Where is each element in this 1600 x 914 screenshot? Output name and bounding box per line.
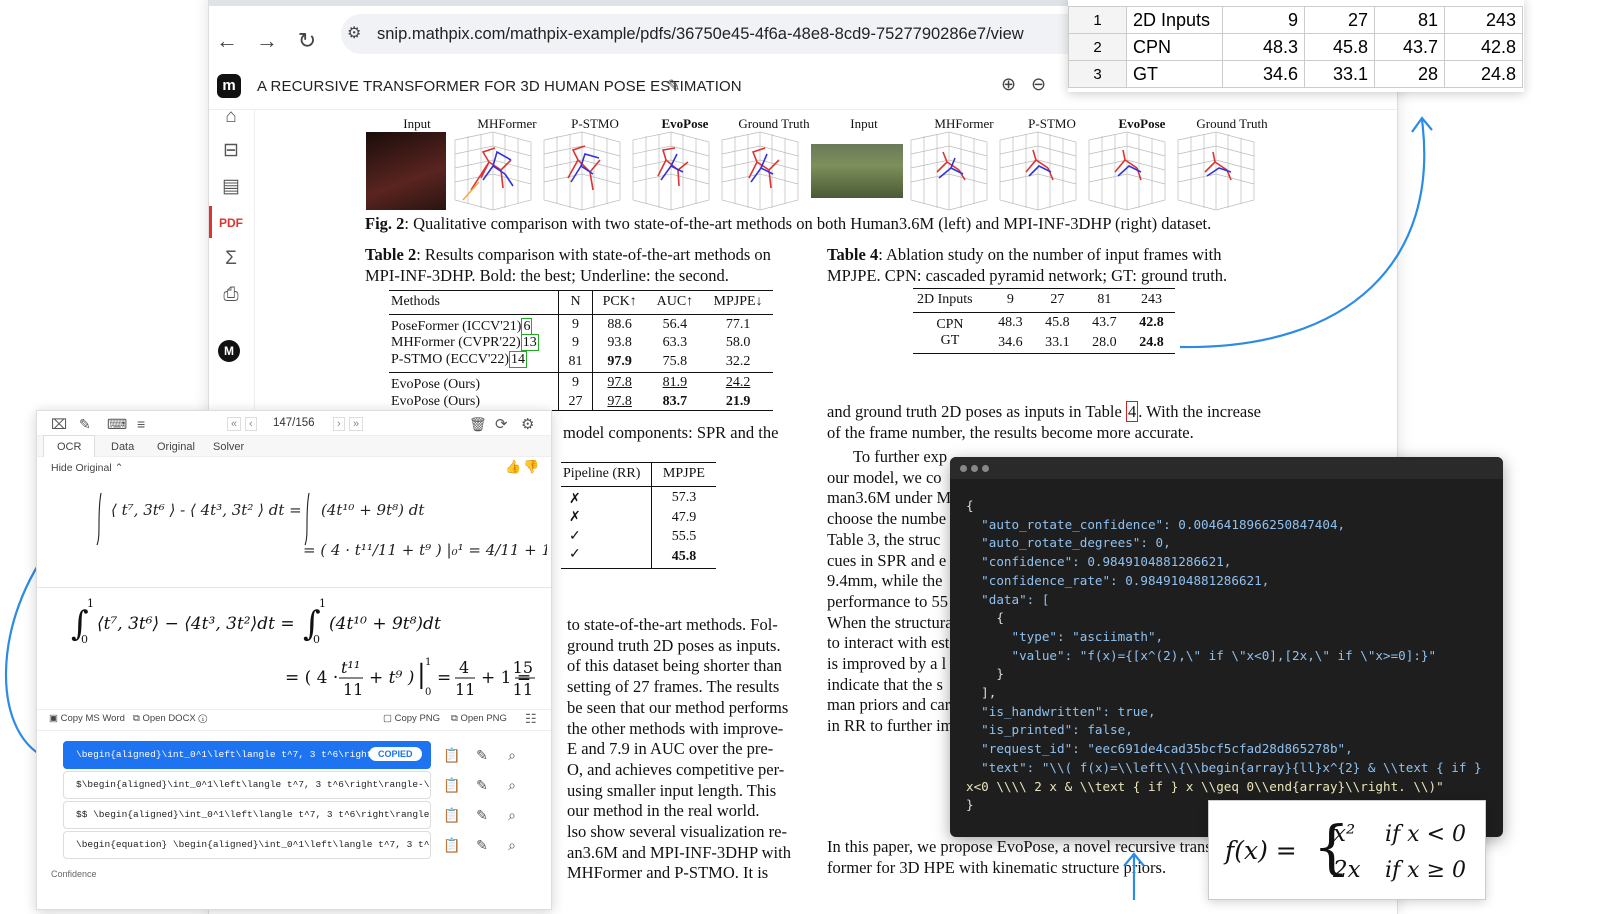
svg-text:f(x) =: f(x) = xyxy=(1223,836,1297,865)
svg-text:2x: 2x xyxy=(1332,857,1361,883)
next-page-button[interactable]: › xyxy=(333,417,345,431)
code-line: "text": "\\( f(x)=\\left\\{\\begin{array… xyxy=(966,759,1482,775)
svg-text:⟨t⁷, 3t⁶⟩ − ⟨4t³, 3t²⟩dt =: ⟨t⁷, 3t⁶⟩ − ⟨4t³, 3t²⟩dt = xyxy=(97,614,295,634)
svg-text:+ t⁹ ): + t⁹ ) xyxy=(369,668,414,688)
confidence-label: Confidence xyxy=(51,869,97,879)
svg-text:11: 11 xyxy=(455,680,475,699)
svg-text:if x < 0: if x < 0 xyxy=(1385,822,1466,847)
code-line: } xyxy=(966,666,1004,682)
latex-row[interactable]: \begin{equation} \begin{aligned}\int_0^1… xyxy=(63,831,431,859)
window-dot-icon[interactable] xyxy=(971,465,978,472)
open-docx-button[interactable]: ⧉ Open DOCX ⓘ xyxy=(133,713,207,724)
latex-row[interactable]: $\begin{aligned}\int_0^1\left\langle t^7… xyxy=(63,771,431,799)
first-page-button[interactable]: « xyxy=(227,417,242,431)
sliders-icon[interactable]: ☷ xyxy=(525,711,537,727)
svg-text:x²: x² xyxy=(1333,821,1355,847)
json-code: { "auto_rotate_confidence": 0.0046418966… xyxy=(966,497,1496,815)
code-line: "request_id": "eec691de4cad35bcf5cfad28d… xyxy=(966,741,1353,757)
code-line: "auto_rotate_confidence": 0.004641896625… xyxy=(966,516,1346,532)
refresh-icon[interactable]: ⟳ xyxy=(495,415,508,433)
clipboard-icon[interactable]: 📋 xyxy=(441,774,463,796)
edit-icon[interactable]: ✎ xyxy=(471,774,493,796)
thumbs-up-icon[interactable]: 👍 xyxy=(505,459,521,475)
svg-text:(4t¹⁰ + 9t⁸) dt: (4t¹⁰ + 9t⁸) dt xyxy=(321,501,425,519)
latex-row[interactable]: $$ \begin{aligned}\int_0^1\left\langle t… xyxy=(63,801,431,829)
svg-text:4: 4 xyxy=(459,658,469,677)
handwritten-original: ⟨ t⁷, 3t⁶ ⟩ - ⟨ 4t³, 3t² ⟩ dt = (4t¹⁰ + … xyxy=(96,492,547,559)
copy-ms-word-button[interactable]: ▣ Copy MS Word xyxy=(49,713,125,724)
piecewise-formula: f(x) = { x² 2x if x < 0 if x ≥ 0 xyxy=(1223,813,1466,883)
keyboard-icon[interactable]: ⌨ xyxy=(107,416,127,433)
json-response-panel: { "auto_rotate_confidence": 0.0046418966… xyxy=(950,457,1503,837)
search-icon[interactable]: ⌕ xyxy=(501,834,523,856)
edit-icon[interactable]: ✎ xyxy=(471,744,493,766)
window-dot-icon[interactable] xyxy=(960,465,967,472)
svg-text:0: 0 xyxy=(425,687,431,698)
page-counter: 147/156 xyxy=(273,417,315,429)
svg-text:=: = xyxy=(437,668,451,688)
search-icon[interactable]: ⌕ xyxy=(501,804,523,826)
svg-text:t¹¹: t¹¹ xyxy=(341,658,360,677)
code-line: { xyxy=(966,498,974,513)
svg-text:= ( 4 · t¹¹/11 + t⁹ ) |₀¹ = 4/: = ( 4 · t¹¹/11 + t⁹ ) |₀¹ = 4/11 + 1 = 1… xyxy=(303,541,547,559)
code-line: "data": [ xyxy=(966,591,1050,607)
edit-icon[interactable]: ✎ xyxy=(471,804,493,826)
code-line: "is_printed": false, xyxy=(966,722,1133,738)
divider xyxy=(37,587,551,588)
svg-text:0: 0 xyxy=(81,633,88,646)
svg-text:(4t¹⁰ + 9t⁸)dt: (4t¹⁰ + 9t⁸)dt xyxy=(329,614,441,634)
piecewise-formula-card: f(x) = { x² 2x if x < 0 if x ≥ 0 xyxy=(1208,800,1486,900)
clipboard-icon[interactable]: 📋 xyxy=(441,804,463,826)
code-line: ], xyxy=(966,685,997,701)
hide-original-toggle[interactable]: Hide Original ⌃ xyxy=(51,462,123,474)
tab-solver[interactable]: Solver xyxy=(213,441,244,453)
code-line: "value": "f(x)={[x^(2),\" if \"x<0],[2x,… xyxy=(966,647,1437,663)
screenshot-icon[interactable]: ⌧ xyxy=(51,416,67,433)
window-dot-icon[interactable] xyxy=(982,465,989,472)
svg-text:0: 0 xyxy=(313,633,320,646)
svg-text:11: 11 xyxy=(513,680,533,699)
copied-badge: COPIED xyxy=(369,747,422,761)
clipboard-icon[interactable]: 📋 xyxy=(441,834,463,856)
prev-page-button[interactable]: ‹ xyxy=(245,417,257,431)
tab-ocr[interactable]: OCR xyxy=(57,441,81,453)
trash-icon[interactable]: 🗑 xyxy=(469,416,487,433)
code-line: "type": "asciimath", xyxy=(966,628,1164,644)
svg-text:11: 11 xyxy=(343,680,363,699)
thumbs-down-icon[interactable]: 👎 xyxy=(523,459,539,475)
svg-text:1: 1 xyxy=(87,597,94,610)
ocr-panel: ⌧ ✎ ⌨ ≡ « ‹ 147/156 › » 🗑 ⟳ ⚙ OCR Data O… xyxy=(36,410,552,910)
search-icon[interactable]: ⌕ xyxy=(501,744,523,766)
rendered-equation: ∫ 1 0 ⟨t⁷, 3t⁶⟩ − ⟨4t³, 3t²⟩dt = ∫ 1 0 (… xyxy=(71,597,535,699)
svg-text:if x ≥ 0: if x ≥ 0 xyxy=(1385,858,1466,883)
svg-text:1: 1 xyxy=(425,657,431,668)
svg-text:= ( 4 ·: = ( 4 · xyxy=(285,668,338,688)
open-png-button[interactable]: ⧉ Open PNG xyxy=(451,713,507,724)
search-icon[interactable]: ⌕ xyxy=(501,774,523,796)
settings-gear-icon[interactable]: ⚙ xyxy=(521,415,534,433)
code-line: "confidence_rate": 0.9849104881286621, xyxy=(966,572,1270,588)
code-line: "auto_rotate_degrees": 0, xyxy=(966,535,1171,551)
json-titlebar xyxy=(950,457,1503,479)
svg-text:1: 1 xyxy=(319,597,326,610)
copy-png-button[interactable]: ▢ Copy PNG xyxy=(383,713,440,724)
clipboard-icon[interactable]: 📋 xyxy=(441,744,463,766)
svg-text:⟨ t⁷, 3t⁶ ⟩ - ⟨ 4t³, 3t² ⟩ dt: ⟨ t⁷, 3t⁶ ⟩ - ⟨ 4t³, 3t² ⟩ dt = xyxy=(111,501,302,519)
code-line: "confidence": 0.9849104881286621, xyxy=(966,554,1232,570)
tab-original[interactable]: Original xyxy=(157,441,195,453)
code-line: "is_handwritten": true, xyxy=(966,703,1156,719)
svg-text:15: 15 xyxy=(513,658,533,677)
tab-data[interactable]: Data xyxy=(111,441,134,453)
last-page-button[interactable]: » xyxy=(349,417,364,431)
menu-icon[interactable]: ≡ xyxy=(137,416,145,432)
code-line: x<0 \\\\ 2 x & \\text { if } x \\geq 0\\… xyxy=(966,778,1444,794)
pen-icon[interactable]: ✎ xyxy=(79,416,91,433)
edit-icon[interactable]: ✎ xyxy=(471,834,493,856)
code-line: { xyxy=(966,610,1004,626)
